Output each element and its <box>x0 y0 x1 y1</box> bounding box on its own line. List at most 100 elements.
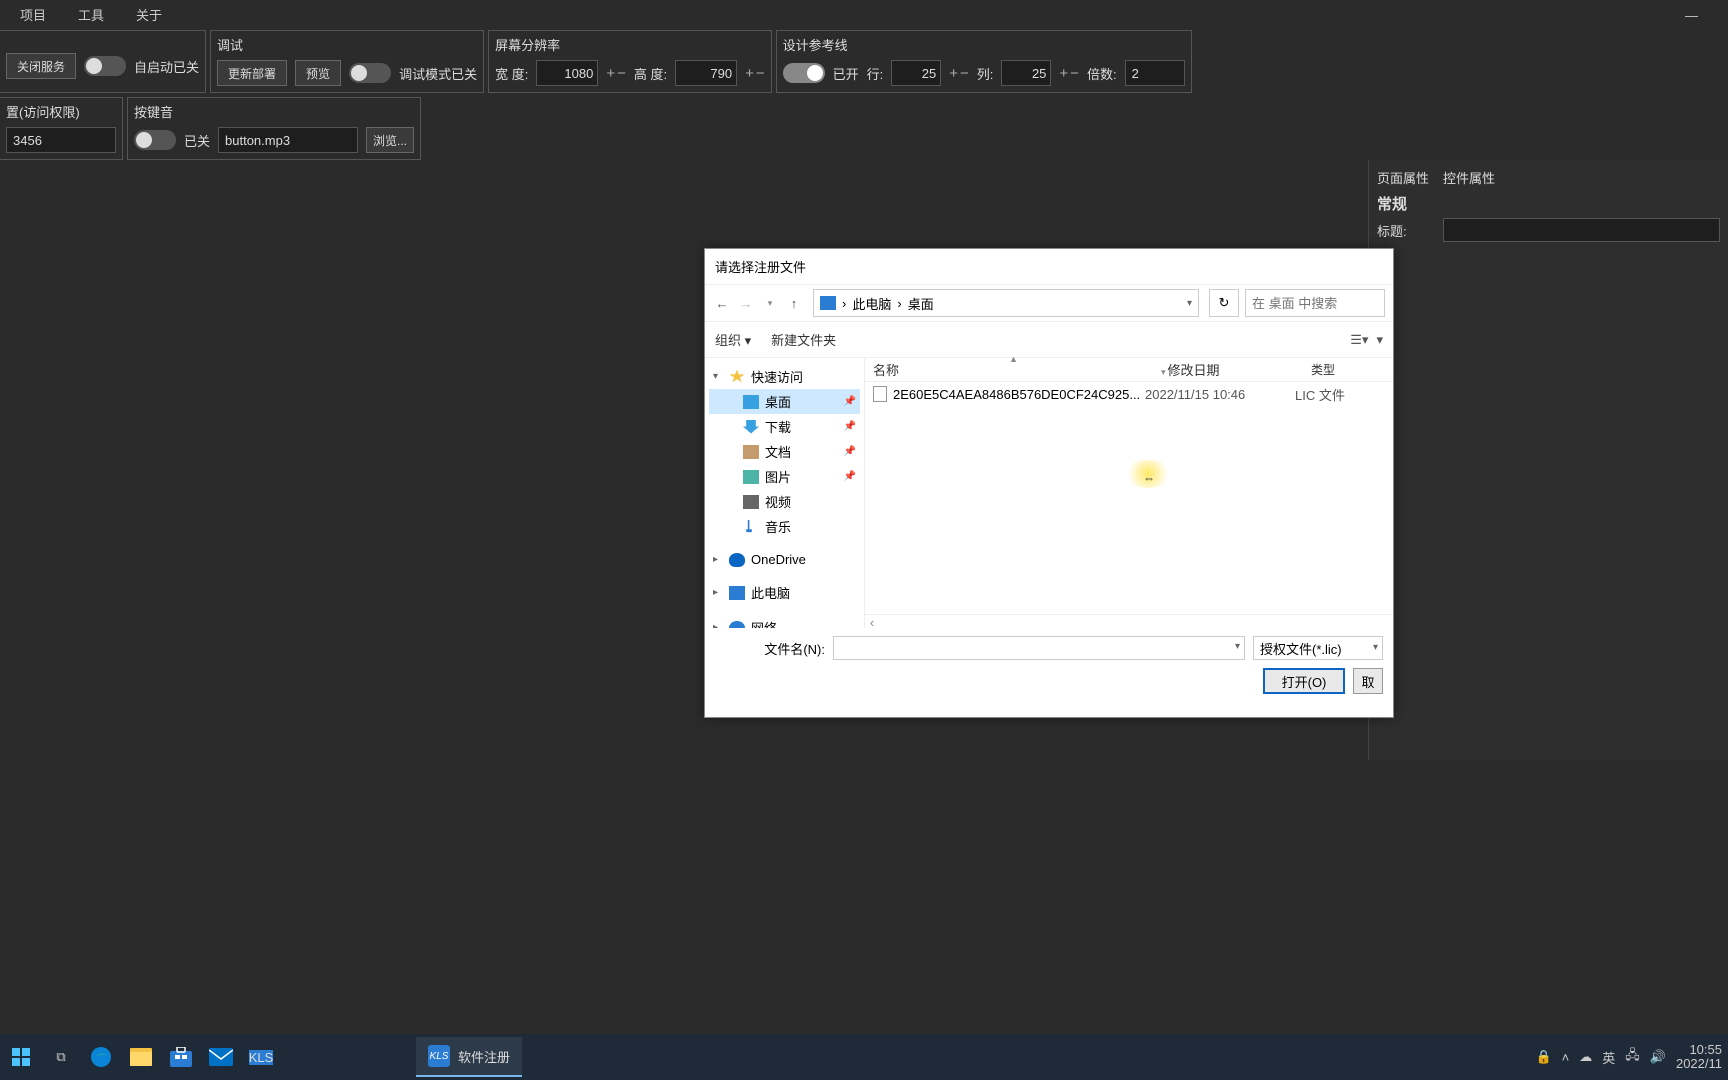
tray-chevron-up-icon[interactable]: ˄ <box>1562 1050 1570 1065</box>
pc-icon <box>729 586 745 600</box>
prop-title-input[interactable] <box>1443 218 1720 242</box>
cancel-button[interactable]: 取 <box>1353 668 1383 694</box>
network-icon <box>729 621 745 629</box>
h-scrollbar[interactable]: ‹ <box>865 614 1393 628</box>
guides-row-input[interactable] <box>891 60 941 86</box>
debug-mode-toggle[interactable] <box>349 63 391 83</box>
guides-state-label: 已开 <box>833 64 859 83</box>
group-access: 置(访问权限) <box>0 97 123 160</box>
tree-desktop[interactable]: 桌面📌 <box>709 389 860 414</box>
file-list: ▲名称 ▾修改日期 类型 2E60E5C4AEA8486B576DE0CF24C… <box>865 358 1393 628</box>
tray-onedrive-icon[interactable]: ☁ <box>1579 1049 1592 1065</box>
tab-page-props[interactable]: 页面属性 <box>1377 168 1429 187</box>
row-minus-icon[interactable]: − <box>960 65 969 82</box>
tree-documents[interactable]: 文档📌 <box>709 439 860 464</box>
open-button[interactable]: 打开(O) <box>1263 668 1345 694</box>
edge-icon[interactable] <box>86 1042 116 1072</box>
addr-dropdown-icon[interactable]: ▾ <box>1187 298 1192 309</box>
tree-network[interactable]: ▸网络 <box>709 615 860 628</box>
col-plus-icon[interactable]: + <box>1059 65 1068 82</box>
mail-icon[interactable] <box>206 1042 236 1072</box>
tab-control-props[interactable]: 控件属性 <box>1443 168 1495 187</box>
tree-onedrive[interactable]: ▸OneDrive <box>709 549 860 570</box>
col-date-header[interactable]: ▾修改日期 <box>1153 360 1303 379</box>
explorer-icon[interactable] <box>126 1042 156 1072</box>
tree-music[interactable]: 音乐 <box>709 514 860 539</box>
chevron-down-icon[interactable]: ▾ <box>1373 642 1378 653</box>
addr-desktop[interactable]: 桌面 <box>908 294 934 313</box>
file-icon <box>873 386 887 402</box>
width-minus-icon[interactable]: − <box>617 65 626 82</box>
start-button[interactable] <box>6 1042 36 1072</box>
col-name-header[interactable]: ▲名称 <box>865 360 1153 379</box>
keysound-toggle[interactable] <box>134 130 176 150</box>
view-help-icon[interactable]: ▾ <box>1376 332 1383 348</box>
autostart-toggle[interactable] <box>84 56 126 76</box>
chevron-down-icon[interactable]: ▾ <box>1235 641 1240 652</box>
taskbar: ⧉ KLS KLS 软件注册 🔒 ˄ ☁ 英 🖧 🔊 10:55 2022/11 <box>0 1034 1728 1080</box>
guides-mult-input[interactable] <box>1125 60 1185 86</box>
guides-toggle[interactable] <box>783 63 825 83</box>
filename-input[interactable]: ▾ <box>833 636 1245 660</box>
height-plus-icon[interactable]: + <box>745 65 754 82</box>
height-minus-icon[interactable]: − <box>756 65 765 82</box>
nav-recent-icon[interactable]: ▾ <box>761 294 779 312</box>
file-filter-select[interactable]: 授权文件(*.lic)▾ <box>1253 636 1383 660</box>
tree-quick-access[interactable]: ▾快速访问 <box>709 364 860 389</box>
app-kls-icon[interactable]: KLS <box>246 1042 276 1072</box>
tray-volume-icon[interactable]: 🔊 <box>1650 1049 1666 1065</box>
col-minus-icon[interactable]: − <box>1070 65 1079 82</box>
refresh-button[interactable]: ↻ <box>1209 289 1239 317</box>
close-service-button[interactable]: 关闭服务 <box>6 53 76 79</box>
prop-title-label: 标题: <box>1377 221 1437 240</box>
tray-ime-label[interactable]: 英 <box>1602 1048 1615 1067</box>
dialog-body: ▾快速访问 桌面📌 下载📌 文档📌 图片📌 视频 音乐 ▸OneDrive ▸此… <box>705 358 1393 628</box>
group-guides: 设计参考线 已开 行: +− 列: +− 倍数: <box>776 30 1192 93</box>
access-input[interactable] <box>6 127 116 153</box>
store-icon[interactable] <box>166 1042 196 1072</box>
width-plus-icon[interactable]: + <box>606 65 615 82</box>
col-filter-icon[interactable]: ▾ <box>1161 367 1166 377</box>
deploy-button[interactable]: 更新部署 <box>217 60 287 86</box>
organize-menu[interactable]: 组织 ▾ <box>715 330 751 349</box>
nav-back-icon[interactable]: ← <box>713 294 731 312</box>
autostart-label: 自启动已关 <box>134 57 199 76</box>
pin-icon: 📌 <box>844 421 856 432</box>
property-panel: 页面属性 控件属性 常规 标题: <box>1368 160 1728 760</box>
guides-col-input[interactable] <box>1001 60 1051 86</box>
file-row[interactable]: 2E60E5C4AEA8486B576DE0CF24C925... 2022/1… <box>865 382 1393 406</box>
tray-clock[interactable]: 10:55 2022/11 <box>1676 1043 1722 1071</box>
column-headers: ▲名称 ▾修改日期 类型 <box>865 358 1393 382</box>
tree-pictures[interactable]: 图片📌 <box>709 464 860 489</box>
task-view-icon[interactable]: ⧉ <box>46 1042 76 1072</box>
nav-tree: ▾快速访问 桌面📌 下载📌 文档📌 图片📌 视频 音乐 ▸OneDrive ▸此… <box>705 358 865 628</box>
taskbar-app-register[interactable]: KLS 软件注册 <box>416 1037 522 1077</box>
app-icon: KLS <box>428 1045 450 1067</box>
col-type-header[interactable]: 类型 <box>1303 361 1393 378</box>
new-folder-button[interactable]: 新建文件夹 <box>771 330 836 349</box>
tree-downloads[interactable]: 下载📌 <box>709 414 860 439</box>
tree-thispc[interactable]: ▸此电脑 <box>709 580 860 605</box>
nav-forward-icon[interactable]: → <box>737 294 755 312</box>
group-service: 关闭服务 自启动已关 <box>0 30 206 93</box>
menu-tools[interactable]: 工具 <box>78 5 104 24</box>
addr-thispc[interactable]: 此电脑 <box>852 294 891 313</box>
menu-project[interactable]: 项目 <box>20 5 46 24</box>
search-input[interactable] <box>1245 289 1385 317</box>
keysound-file-input[interactable] <box>218 127 358 153</box>
menu-about[interactable]: 关于 <box>136 5 162 24</box>
tree-videos[interactable]: 视频 <box>709 489 860 514</box>
tray-security-icon[interactable]: 🔒 <box>1535 1049 1551 1065</box>
window-minimize-icon[interactable]: — <box>1685 8 1698 23</box>
file-name: 2E60E5C4AEA8486B576DE0CF24C925... <box>893 387 1145 402</box>
height-input[interactable] <box>675 60 737 86</box>
width-input[interactable] <box>536 60 598 86</box>
address-bar[interactable]: › 此电脑 › 桌面 ▾ <box>813 289 1199 317</box>
row-plus-icon[interactable]: + <box>949 65 958 82</box>
download-icon <box>743 420 759 434</box>
nav-up-icon[interactable]: ↑ <box>785 294 803 312</box>
keysound-browse-button[interactable]: 浏览... <box>366 127 414 153</box>
preview-button[interactable]: 预览 <box>295 60 341 86</box>
view-mode-icon[interactable]: ☰▾ <box>1350 332 1368 348</box>
tray-network-icon[interactable]: 🖧 <box>1625 1046 1640 1068</box>
